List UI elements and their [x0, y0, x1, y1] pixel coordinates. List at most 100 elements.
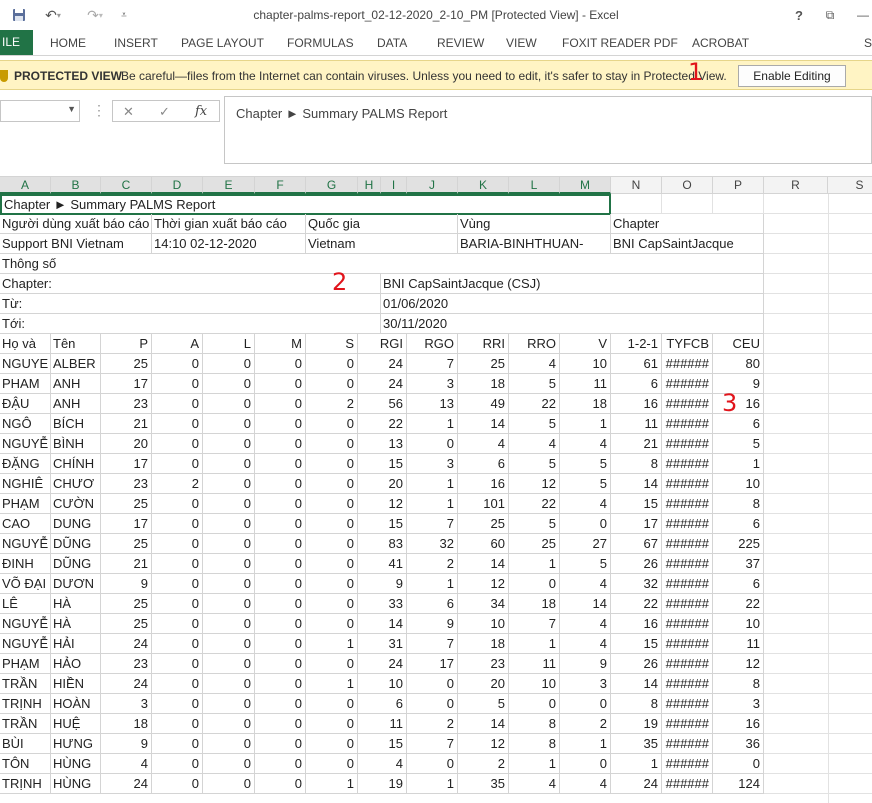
table-cell[interactable]: HƯNG: [51, 734, 101, 754]
column-header-cell[interactable]: RRO: [509, 334, 560, 354]
table-cell[interactable]: ######: [662, 394, 713, 414]
table-cell[interactable]: 0: [152, 514, 203, 534]
table-cell[interactable]: 0: [152, 414, 203, 434]
table-cell[interactable]: 0: [203, 734, 255, 754]
table-cell[interactable]: 15: [611, 634, 662, 654]
table-cell[interactable]: 21: [101, 554, 152, 574]
column-header-m[interactable]: M: [560, 177, 611, 194]
table-cell[interactable]: 0: [255, 574, 306, 594]
table-cell[interactable]: 12: [458, 734, 509, 754]
table-cell[interactable]: 37: [713, 554, 764, 574]
from-param-value[interactable]: 01/06/2020: [381, 294, 764, 314]
column-header-cell[interactable]: P: [101, 334, 152, 354]
table-cell[interactable]: 0: [407, 694, 458, 714]
table-cell[interactable]: 0: [306, 534, 358, 554]
table-cell[interactable]: 22: [509, 394, 560, 414]
table-cell[interactable]: 0: [509, 694, 560, 714]
table-cell[interactable]: 5: [509, 514, 560, 534]
table-cell[interactable]: 1: [560, 414, 611, 434]
tab-review[interactable]: REVIEW: [437, 30, 484, 56]
table-cell[interactable]: ######: [662, 494, 713, 514]
table-cell[interactable]: 0: [255, 754, 306, 774]
table-cell[interactable]: 1: [306, 774, 358, 794]
table-cell[interactable]: 22: [358, 414, 407, 434]
table-cell[interactable]: 1: [407, 774, 458, 794]
table-cell[interactable]: 3: [407, 374, 458, 394]
table-cell[interactable]: 0: [152, 714, 203, 734]
worksheet-grid[interactable]: Chapter ► Summary PALMS Report Người dùn…: [0, 194, 872, 803]
table-cell[interactable]: ĐẬU: [0, 394, 51, 414]
table-cell[interactable]: 24: [101, 674, 152, 694]
table-cell[interactable]: 9: [101, 734, 152, 754]
table-cell[interactable]: 25: [458, 514, 509, 534]
table-cell[interactable]: 16: [713, 394, 764, 414]
tab-file[interactable]: ILE: [0, 30, 33, 55]
table-cell[interactable]: 1: [407, 494, 458, 514]
table-cell[interactable]: 6: [713, 574, 764, 594]
table-cell[interactable]: 0: [203, 714, 255, 734]
table-cell[interactable]: 0: [203, 354, 255, 374]
table-cell[interactable]: CƯỜN: [51, 494, 101, 514]
column-header-i[interactable]: I: [381, 177, 407, 194]
table-cell[interactable]: HẢI: [51, 634, 101, 654]
table-cell[interactable]: 8: [713, 494, 764, 514]
table-cell[interactable]: 1: [713, 454, 764, 474]
column-header-f[interactable]: F: [255, 177, 306, 194]
table-cell[interactable]: 2: [407, 554, 458, 574]
column-header-cell[interactable]: Tên: [51, 334, 101, 354]
info-header-region[interactable]: Vùng: [458, 214, 611, 234]
table-cell[interactable]: 0: [255, 734, 306, 754]
table-cell[interactable]: ######: [662, 434, 713, 454]
table-cell[interactable]: 19: [611, 714, 662, 734]
table-cell[interactable]: 7: [407, 354, 458, 374]
table-cell[interactable]: 5: [713, 434, 764, 454]
empty-cell[interactable]: [611, 194, 662, 214]
table-cell[interactable]: 10: [560, 354, 611, 374]
table-cell[interactable]: 3: [101, 694, 152, 714]
table-cell[interactable]: 18: [509, 594, 560, 614]
table-cell[interactable]: BÙI: [0, 734, 51, 754]
table-cell[interactable]: 11: [358, 714, 407, 734]
formula-input[interactable]: Chapter ► Summary PALMS Report: [224, 96, 872, 164]
table-cell[interactable]: 0: [306, 714, 358, 734]
table-cell[interactable]: 21: [101, 414, 152, 434]
table-cell[interactable]: 16: [611, 394, 662, 414]
table-cell[interactable]: 49: [458, 394, 509, 414]
info-header-user[interactable]: Người dùng xuất báo cáo: [0, 214, 152, 234]
table-cell[interactable]: 6: [713, 514, 764, 534]
table-cell[interactable]: 0: [203, 774, 255, 794]
info-value-user[interactable]: Support BNI Vietnam: [0, 234, 152, 254]
table-cell[interactable]: 32: [611, 574, 662, 594]
column-header-cell[interactable]: M: [255, 334, 306, 354]
table-cell[interactable]: 11: [509, 654, 560, 674]
table-cell[interactable]: 20: [101, 434, 152, 454]
table-cell[interactable]: 24: [358, 354, 407, 374]
table-cell[interactable]: 16: [458, 474, 509, 494]
column-header-k[interactable]: K: [458, 177, 509, 194]
table-cell[interactable]: 26: [611, 554, 662, 574]
table-cell[interactable]: 10: [713, 474, 764, 494]
table-cell[interactable]: 0: [255, 514, 306, 534]
table-cell[interactable]: 33: [358, 594, 407, 614]
table-cell[interactable]: 17: [101, 514, 152, 534]
table-cell[interactable]: 15: [358, 514, 407, 534]
table-cell[interactable]: 0: [203, 374, 255, 394]
table-cell[interactable]: 0: [152, 454, 203, 474]
table-cell[interactable]: HUỆ: [51, 714, 101, 734]
column-header-cell[interactable]: TYFCB: [662, 334, 713, 354]
table-cell[interactable]: 0: [152, 614, 203, 634]
column-header-p[interactable]: P: [713, 177, 764, 194]
table-cell[interactable]: ######: [662, 674, 713, 694]
table-cell[interactable]: 0: [306, 354, 358, 374]
table-cell[interactable]: 22: [509, 494, 560, 514]
table-cell[interactable]: 2: [458, 754, 509, 774]
table-cell[interactable]: HOÀN: [51, 694, 101, 714]
table-cell[interactable]: 1: [407, 474, 458, 494]
column-header-s[interactable]: S: [828, 177, 872, 194]
table-cell[interactable]: 11: [611, 414, 662, 434]
table-cell[interactable]: ######: [662, 754, 713, 774]
table-cell[interactable]: 0: [255, 674, 306, 694]
table-cell[interactable]: 0: [152, 594, 203, 614]
empty-cell[interactable]: [662, 194, 713, 214]
table-cell[interactable]: VÕ ĐẠI: [0, 574, 51, 594]
